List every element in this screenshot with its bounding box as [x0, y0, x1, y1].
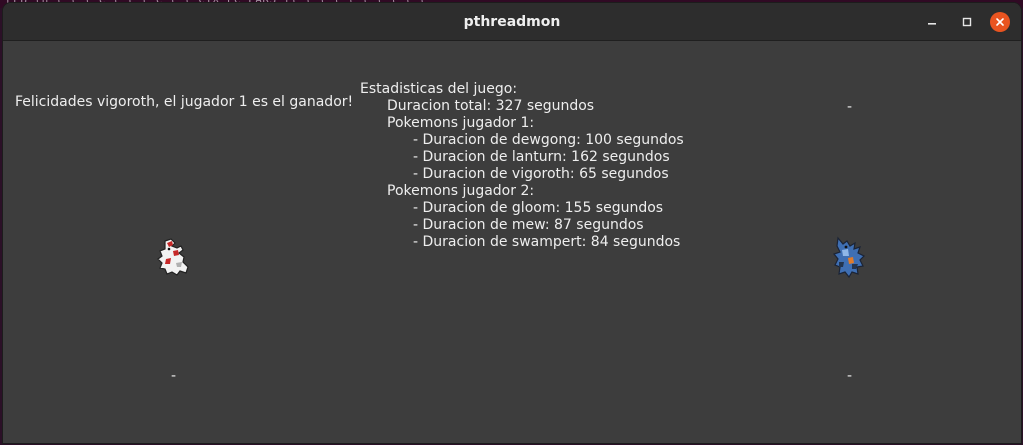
minimize-icon	[928, 23, 936, 25]
winner-message: Felicidades vigoroth, el jugador 1 es el…	[15, 94, 354, 110]
close-icon	[996, 18, 1004, 26]
app-window: pthreadmon Felicidades vigoroth, el juga…	[3, 3, 1021, 443]
player1-pokemon-duration: - Duracion de lanturn: 162 segundos	[413, 149, 670, 165]
player1-pokemon-duration: - Duracion de dewgong: 100 segundos	[413, 132, 684, 148]
player2-pokemons-heading: Pokemons jugador 2:	[387, 183, 535, 199]
stats-heading: Estadisticas del juego:	[360, 81, 518, 97]
player1-bottom-label: -	[171, 368, 177, 384]
total-duration: Duracion total: 327 segundos	[387, 98, 595, 114]
close-button[interactable]	[990, 12, 1010, 32]
maximize-icon	[962, 17, 972, 27]
player2-pokemon-sprite	[832, 236, 866, 278]
player2-pokemon-duration: - Duracion de gloom: 155 segundos	[413, 200, 664, 216]
player2-bottom-label: -	[847, 368, 853, 384]
player2-top-label: -	[847, 99, 853, 115]
game-area: Felicidades vigoroth, el jugador 1 es el…	[3, 41, 1021, 443]
window-title: pthreadmon	[463, 14, 561, 30]
minimize-button[interactable]	[922, 12, 942, 32]
titlebar[interactable]: pthreadmon	[3, 3, 1021, 41]
player1-pokemons-heading: Pokemons jugador 1:	[387, 115, 535, 131]
maximize-button[interactable]	[957, 12, 977, 32]
player2-pokemon-duration: - Duracion de mew: 87 segundos	[413, 217, 644, 233]
player1-pokemon-sprite	[157, 238, 189, 276]
player2-pokemon-duration: - Duracion de swampert: 84 segundos	[413, 234, 681, 250]
player1-pokemon-duration: - Duracion de vigoroth: 65 segundos	[413, 166, 669, 182]
game-statistics: Estadisticas del juego: Duracion total: …	[360, 81, 684, 251]
